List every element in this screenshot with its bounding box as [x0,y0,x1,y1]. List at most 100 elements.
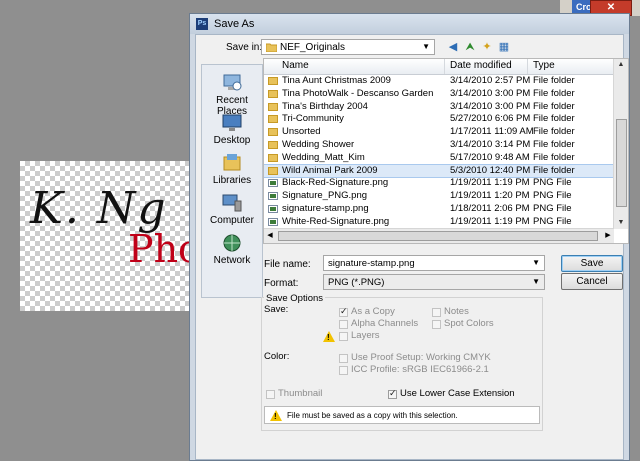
as-a-copy-checkbox[interactable] [339,306,348,317]
lower-case-extension-label: Use Lower Case Extension [400,388,515,399]
chevron-down-icon[interactable]: ▼ [532,258,540,267]
view-menu-icon[interactable]: ▦ [497,40,511,54]
alpha-channels-label: Alpha Channels [351,318,419,329]
desktop-icon [222,114,242,131]
use-proof-setup-label: Use Proof Setup: Working CMYK [351,352,491,363]
folder-icon [268,115,278,124]
scroll-down-icon[interactable]: ▼ [614,217,628,229]
folder-icon [266,43,277,52]
file-row[interactable]: Tina's Birthday 2004 3/14/2010 3:00 PM Fil… [264,101,614,114]
vertical-scrollbar[interactable]: ▲ ▼ [613,59,628,229]
chevron-down-icon: ▼ [422,42,430,51]
place-label: Computer [210,215,254,226]
place-computer[interactable]: Computer [202,193,262,226]
dialog-title: Save As [214,18,255,30]
file-list[interactable]: Name Date modified Type Tina Aunt Christ… [263,58,629,244]
folder-icon [268,77,278,85]
folder-icon [268,153,278,162]
save-as-dialog: Ps Save As Save in: NEF_Originals ▼ ◀ ⮝ ✦ ▦… [189,13,630,461]
lower-case-extension-checkbox[interactable] [388,388,397,399]
new-folder-icon[interactable]: ✦ [480,40,494,54]
network-icon [223,234,241,252]
file-row[interactable]: Tri-Community 5/27/2010 6:06 PM File folde… [264,113,614,126]
photoshop-icon: Ps [196,18,208,30]
spot-colors-label: Spot Colors [444,318,494,329]
file-name-label: File name: [264,259,311,270]
dialog-titlebar[interactable]: Ps Save As [190,14,629,34]
alpha-channels-checkbox[interactable] [339,320,348,329]
place-label: Network [213,255,251,266]
warning-icon: ! [270,410,282,421]
save-label: Save: [264,304,289,315]
save-button[interactable]: Save [561,255,623,272]
place-libraries[interactable]: Libraries [202,153,262,186]
save-in-value: NEF_Originals [280,42,346,53]
column-date-modified[interactable]: Date modified [450,60,512,71]
file-row[interactable]: White-Red-Signature.png 1/19/2011 1:19 PM… [264,216,614,229]
notes-checkbox[interactable] [432,308,441,317]
place-desktop[interactable]: Desktop [202,113,262,146]
format-label: Format: [264,278,299,289]
thumbnail-checkbox[interactable] [266,390,275,399]
layers-checkbox[interactable] [339,332,348,341]
scroll-thumb[interactable] [616,119,627,207]
place-label: Desktop [213,135,251,146]
file-row-selected[interactable]: Wild Animal Park 2009 5/3/2010 12:40 PM Fi… [264,163,615,179]
use-proof-setup-checkbox[interactable] [339,354,348,363]
chevron-down-icon: ▼ [532,277,540,286]
save-in-label: Save in: [226,42,263,53]
horizontal-scrollbar[interactable]: ◀ ▶ [264,228,614,243]
icc-profile-checkbox[interactable] [339,366,348,375]
column-header: Name Date modified Type [264,59,614,75]
column-type[interactable]: Type [533,60,555,71]
navigation-toolbar: ◀ ⮝ ✦ ▦ [446,40,514,54]
file-name-value: signature-stamp.png [328,258,415,269]
warning-icon: ! [323,331,335,342]
folder-icon [268,102,278,111]
scroll-right-icon[interactable]: ▶ [602,229,614,243]
as-a-copy-label: As a Copy [351,306,395,317]
file-row[interactable]: Signature_PNG.png 1/19/2011 1:20 PM PNG Fi… [264,190,614,203]
png-file-icon [268,179,278,188]
file-row[interactable]: Unsorted 1/17/2011 11:09 AM File folder [264,126,614,139]
recent-places-icon [223,74,242,91]
notes-label: Notes [444,306,469,317]
format-select[interactable]: PNG (*.PNG) ▼ [323,274,545,290]
icc-profile-label: ICC Profile: sRGB IEC61966-2.1 [351,364,489,375]
file-rows: Tina Aunt Christmas 2009 3/14/2010 2:57 P… [264,75,615,229]
png-file-icon [268,204,278,213]
photography-artwork: Pho [128,227,195,271]
up-folder-icon[interactable]: ⮝ [463,40,477,54]
scroll-up-icon[interactable]: ▲ [614,59,628,71]
layers-label: Layers [351,330,380,341]
computer-icon [222,194,242,212]
file-row[interactable]: Wedding Shower 3/14/2010 3:14 PM File fold… [264,139,614,152]
save-in-dropdown[interactable]: NEF_Originals ▼ [261,39,435,55]
file-row[interactable]: Tina Aunt Christmas 2009 3/14/2010 2:57 P… [264,75,614,88]
places-bar: Recent Places Desktop Libraries Computer… [201,64,263,298]
libraries-icon [223,154,241,171]
folder-icon [268,140,278,149]
back-icon[interactable]: ◀ [446,40,460,54]
file-row[interactable]: Tina PhotoWalk - Descanso Garden 3/14/201… [264,88,614,101]
save-options-title: Save Options [264,293,326,304]
cancel-button[interactable]: Cancel [561,273,623,290]
place-label: Libraries [212,175,252,186]
spot-colors-checkbox[interactable] [432,320,441,329]
png-file-icon [268,217,278,226]
place-network[interactable]: Network [202,233,262,266]
file-row[interactable]: Black-Red-Signature.png 1/19/2011 1:19 PM… [264,177,614,190]
file-name-input[interactable]: signature-stamp.png ▼ [323,255,545,271]
file-row[interactable]: Wedding_Matt_Kim 5/17/2010 9:48 AM File fo… [264,152,614,165]
file-row[interactable]: signature-stamp.png 1/18/2011 2:06 PM PNG … [264,203,614,216]
folder-icon [268,166,278,175]
thumbnail-label: Thumbnail [278,388,323,399]
png-file-icon [268,192,278,201]
scroll-thumb-horizontal[interactable] [278,231,598,241]
scroll-left-icon[interactable]: ◀ [264,229,276,243]
color-label: Color: [264,351,290,362]
place-recent-places[interactable]: Recent Places [202,73,262,117]
folder-icon [268,128,278,137]
document-canvas: K. Ng Pho [20,161,195,311]
column-name[interactable]: Name [282,60,309,71]
